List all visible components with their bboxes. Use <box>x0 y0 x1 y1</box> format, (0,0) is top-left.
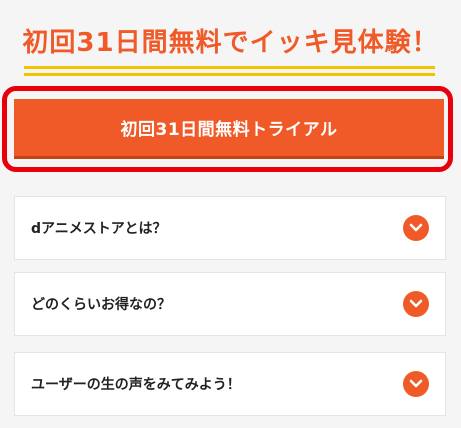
faq-item-what-is-d-anime-store[interactable]: dアニメストアとは？ <box>14 196 446 260</box>
headline-underline-top <box>24 66 435 69</box>
free-trial-button[interactable]: 初回31日間無料トライアル <box>14 99 444 159</box>
chevron-down-icon[interactable] <box>403 291 429 317</box>
chevron-down-icon[interactable] <box>403 371 429 397</box>
faq-question: dアニメストアとは？ <box>31 221 167 237</box>
chevron-down-icon[interactable] <box>403 215 429 241</box>
promo-headline: 初回31日間無料でイッキ見体験！ <box>22 28 439 58</box>
faq-question: ユーザーの生の声をみてみよう！ <box>31 377 241 393</box>
faq-item-how-much-savings[interactable]: どのくらいお得なの？ <box>14 272 446 336</box>
faq-item-user-reviews[interactable]: ユーザーの生の声をみてみよう！ <box>14 352 446 416</box>
faq-question: どのくらいお得なの？ <box>31 297 171 313</box>
headline-underline-bottom <box>24 73 435 76</box>
